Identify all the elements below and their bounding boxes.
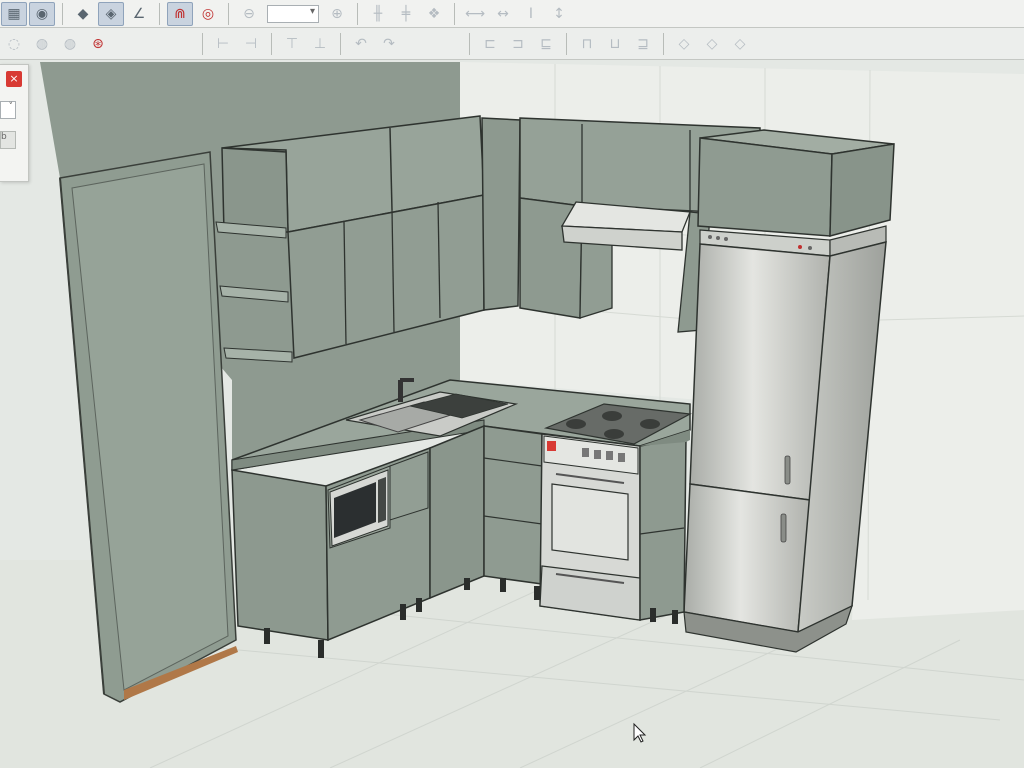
secondary-toolbar: ◌ ◍ ◍ ⊛ ⊢ ⊣ ⊤ ⊥ ↶ ↷ ⊏ ⊐ ⊑ ⊓ ⊔ ⊒ ◇ ◇ ◇ (0, 28, 1024, 60)
split-vertical-icon[interactable]: ╫ (365, 2, 391, 26)
distribute-bottom-icon[interactable]: ⊒ (630, 32, 656, 56)
magnet-icon[interactable]: ⋒ (167, 1, 193, 26)
rotate-right-icon[interactable]: ↷ (376, 32, 402, 56)
flip-vertical-icon[interactable]: ◇ (699, 32, 725, 56)
align-left-icon[interactable]: ⊢ (210, 32, 236, 56)
target-icon[interactable]: ◎ (195, 2, 221, 26)
upper-cabinet-corner (481, 117, 521, 311)
toolbar-separator (357, 2, 358, 25)
align-top-icon[interactable]: ⊤ (279, 32, 305, 56)
panel-combo[interactable]: ˅ (0, 101, 16, 119)
refrigerator-upper-door (689, 243, 831, 501)
toolbar-separator (454, 2, 455, 25)
panel-button[interactable]: b (0, 131, 16, 149)
angle-icon[interactable]: ∠ (126, 2, 152, 26)
faucet (398, 380, 403, 402)
align-center-icon[interactable]: ⊣ (238, 32, 264, 56)
chevron-down-icon: ▾ (309, 5, 315, 17)
distribute-left-icon[interactable]: ⊏ (477, 32, 503, 56)
toolbar-separator (663, 32, 664, 55)
zoom-in-icon[interactable]: ⊕ (324, 2, 350, 26)
oven-indicator (547, 441, 556, 451)
distribute-right-icon[interactable]: ⊑ (533, 32, 559, 56)
dimension-dotted-icon[interactable]: ↔ (490, 2, 516, 26)
rotate-left-icon[interactable]: ↶ (348, 32, 374, 56)
toolbar-separator (62, 2, 63, 25)
refrigerator-handle (784, 455, 791, 485)
dimension-vertical-icon[interactable]: I (518, 2, 544, 26)
flip-horizontal-icon[interactable]: ◇ (727, 32, 753, 56)
grid-icon[interactable]: ▦ (1, 1, 27, 26)
base-cabinet-corner (429, 424, 485, 600)
base-cabinet-drawers (483, 425, 543, 585)
close-icon[interactable]: × (6, 71, 22, 87)
zoom-out-icon[interactable]: ⊖ (236, 2, 262, 26)
toolbar-separator (469, 32, 470, 55)
dimension-vertical-dotted-icon[interactable]: ↕ (546, 2, 572, 26)
refrigerator-lower-door (683, 483, 811, 633)
distribute-top-icon[interactable]: ⊓ (574, 32, 600, 56)
kitchen-3d-scene (0, 62, 1024, 768)
toolbar-separator (228, 2, 229, 25)
distribute-middle-icon[interactable]: ⊔ (602, 32, 628, 56)
diamond-icon[interactable]: ◆ (70, 2, 96, 26)
microwave-panel (378, 477, 386, 523)
zoom-combo[interactable]: ▾ (267, 4, 319, 23)
layers-icon[interactable]: ❖ (421, 2, 447, 26)
toolbar-separator (202, 32, 203, 55)
toolbar-separator (159, 2, 160, 25)
oven-door-window (551, 483, 629, 561)
dimension-horizontal-icon[interactable]: ⟷ (462, 2, 488, 26)
3d-viewport[interactable] (0, 60, 1024, 768)
split-horizontal-icon[interactable]: ╪ (393, 2, 419, 26)
align-bottom-icon[interactable]: ⊥ (307, 32, 333, 56)
base-cabinet-left (231, 469, 329, 641)
lifebuoy-icon[interactable]: ⊛ (85, 32, 111, 56)
distribute-center-icon[interactable]: ⊐ (505, 32, 531, 56)
toolbar-separator (566, 32, 567, 55)
main-toolbar: ▦ ◉ ◆ ◈ ∠ ⋒ ◎ ⊖ ▾ ⊕ ╫ ╪ ❖ ⟷ ↔ I ↕ (0, 0, 1024, 28)
eye-icon[interactable]: ◍ (29, 32, 55, 56)
toolbar-separator (271, 32, 272, 55)
toolbar-separator (340, 32, 341, 55)
properties-panel: × ˅ b (0, 64, 29, 182)
refrigerator-handle (780, 513, 787, 543)
eye-icon[interactable]: ◍ (57, 32, 83, 56)
flip-icon[interactable]: ◇ (671, 32, 697, 56)
diamond-select-icon[interactable]: ◈ (98, 1, 124, 26)
eye-icon[interactable]: ◌ (1, 32, 27, 56)
eye-icon[interactable]: ◉ (29, 1, 55, 26)
